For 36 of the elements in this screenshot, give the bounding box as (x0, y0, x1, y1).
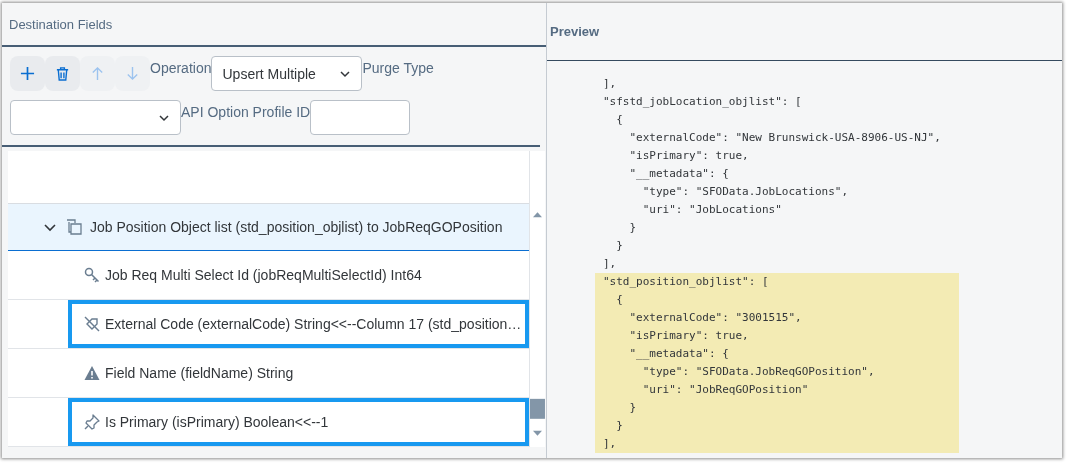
field-label: Purge Type (362, 59, 434, 76)
code-line: } (628, 220, 638, 236)
arrow-up-icon (90, 66, 105, 81)
field-row[interactable]: Is Primary (isPrimary) Boolean<<--1 (68, 398, 530, 446)
plus-icon (20, 66, 35, 81)
warning-icon (84, 365, 100, 381)
field-row[interactable]: External Code (externalCode) String<<--Column 17 (std_position… (68, 300, 530, 348)
group-row[interactable]: Job Position Object list (std_position_objlist) to JobReqGOPosition (8, 204, 530, 251)
field-label: API Option Profile ID (181, 103, 311, 120)
code-line: "externalCode": "New Brunswick-USA-8906-US-NJ", (628, 130, 942, 146)
field-row[interactable]: Field Name (fieldName) String (68, 349, 530, 397)
code-line: "__metadata": { (628, 166, 730, 182)
stacked-pages-icon (66, 219, 82, 235)
crossed-tag-icon (84, 316, 100, 332)
add-button[interactable] (10, 56, 45, 91)
panel-title: Destination Fields (9, 16, 113, 32)
delete-button[interactable] (45, 56, 80, 91)
input-field[interactable] (310, 100, 411, 135)
field-label: Operation (150, 59, 212, 76)
code-line: "uri": "JobLocations" (641, 202, 783, 218)
code-line: "isPrimary": true, (628, 148, 750, 164)
dropdown[interactable]: Upsert Multiple (211, 56, 363, 91)
code-line: ], (602, 256, 618, 272)
code-line: "type": "SFOData.JobLocations", (641, 184, 850, 200)
panel-title: Preview (550, 24, 600, 39)
pin-icon (84, 414, 100, 430)
dropdown[interactable] (10, 100, 181, 135)
trash-icon (55, 66, 70, 81)
code-line: } (615, 238, 624, 254)
field-row[interactable]: Job Req Multi Select Id (jobReqMultiSelectId) Int64 (68, 251, 530, 299)
code-line: "sfstd_jobLocation_objlist": [ (602, 94, 803, 110)
group-label: Job Position Object list (std_position_objlist) to JobReqGOPosition (90, 219, 503, 235)
code-line: ], (602, 76, 618, 92)
key-icon (84, 267, 100, 283)
arrow-down-icon (125, 66, 140, 81)
code-line: { (615, 112, 624, 128)
